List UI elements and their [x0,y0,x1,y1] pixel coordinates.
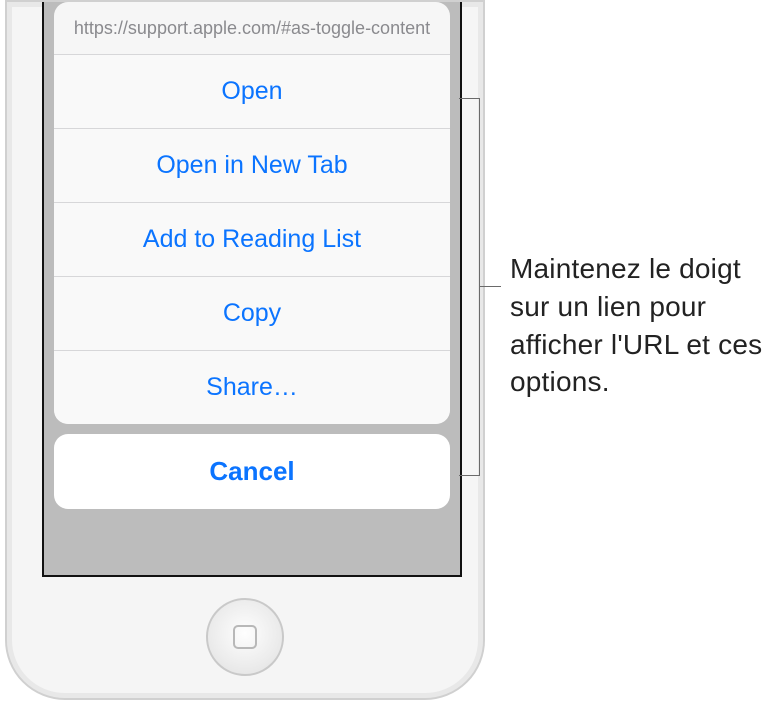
copy-button[interactable]: Copy [54,277,450,351]
phone-frame: https://support.apple.com/#as-toggle-con… [0,0,490,710]
callout-text: Maintenez le doigt sur un lien pour affi… [510,250,780,401]
home-button[interactable] [206,598,284,676]
cancel-group: Cancel [54,434,450,509]
phone-screen: https://support.apple.com/#as-toggle-con… [42,2,462,577]
cancel-button[interactable]: Cancel [54,434,450,509]
action-sheet-options: https://support.apple.com/#as-toggle-con… [54,2,450,424]
phone-body: https://support.apple.com/#as-toggle-con… [5,0,485,700]
open-button[interactable]: Open [54,55,450,129]
open-in-new-tab-button[interactable]: Open in New Tab [54,129,450,203]
link-url-header: https://support.apple.com/#as-toggle-con… [54,2,450,55]
action-sheet: https://support.apple.com/#as-toggle-con… [54,2,450,509]
home-button-icon [233,625,257,649]
add-to-reading-list-button[interactable]: Add to Reading List [54,203,450,277]
share-button[interactable]: Share… [54,351,450,424]
